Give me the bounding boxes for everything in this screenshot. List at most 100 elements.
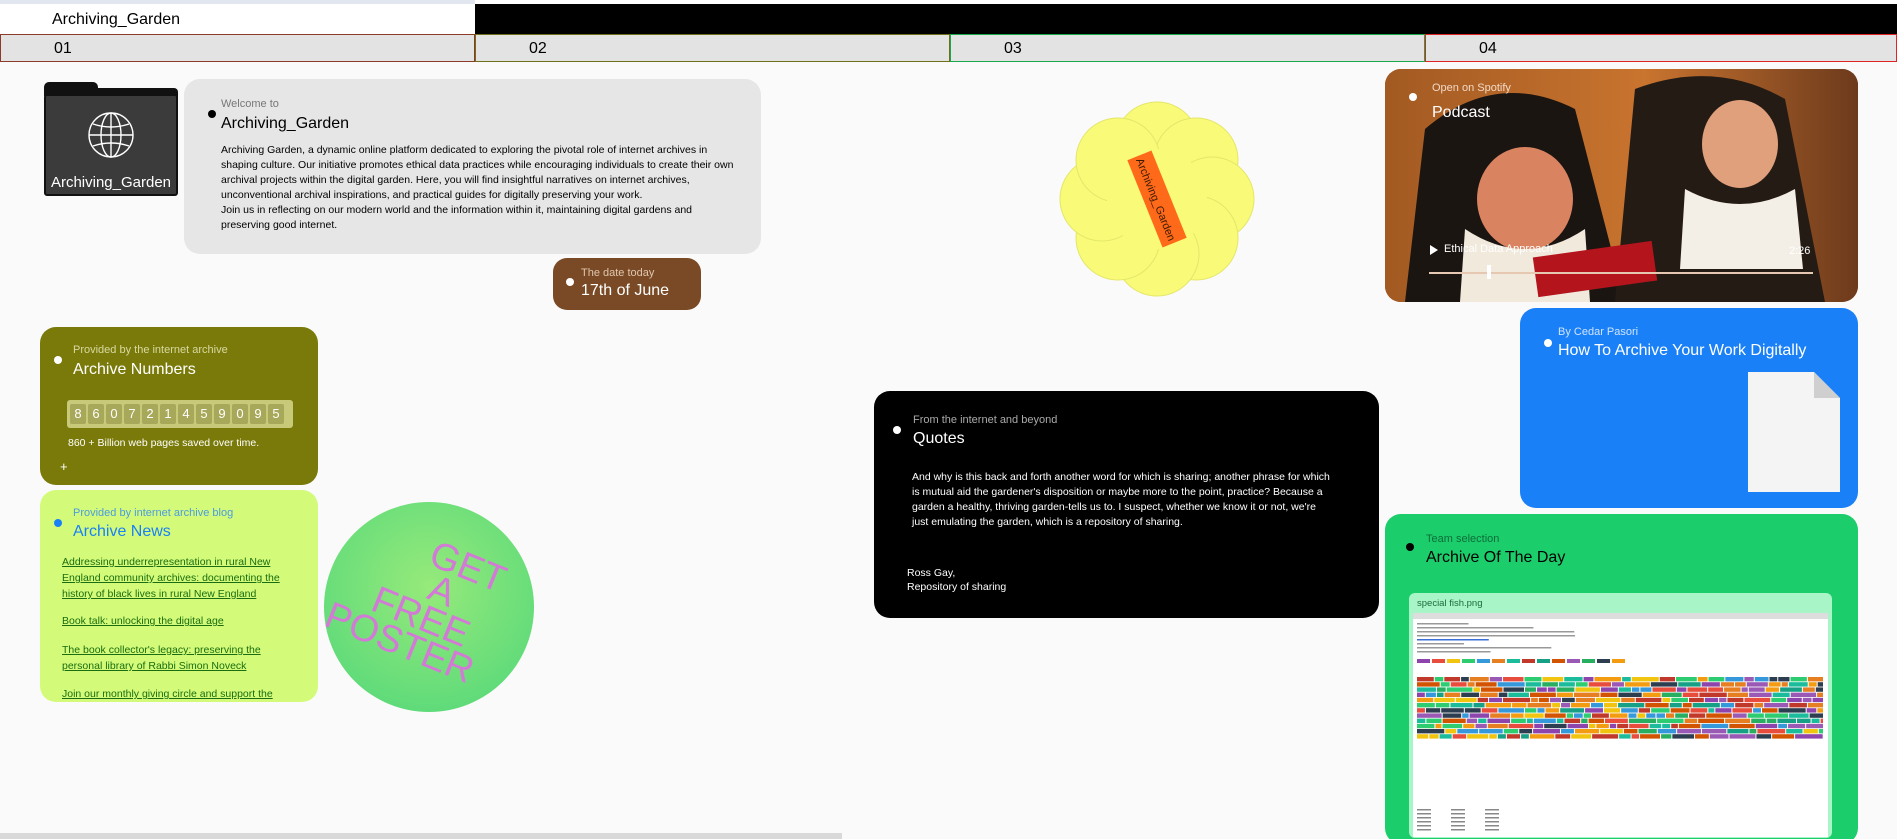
tag-chip [1765,687,1780,692]
date-subtitle: The date today [581,267,655,279]
column-03[interactable]: 03 [950,34,1425,62]
text-line [1451,809,1465,811]
tag-chip [1434,677,1444,682]
tag-chip [1732,708,1753,713]
text-line [1417,647,1552,649]
tag-chip [1575,687,1600,692]
tag-chip [1651,708,1670,713]
globe-icon [88,112,134,158]
tag-chip [1677,729,1701,734]
tag-chip [1772,734,1795,739]
news-link[interactable]: Join our monthly giving circle and suppo… [62,686,302,702]
tag-chip [1640,687,1652,692]
tag-chip [1473,703,1485,708]
tag-chip [1764,703,1789,708]
tag-chip [1479,729,1503,734]
welcome-paragraph-2: Join us in reflecting on our modern worl… [221,204,693,231]
column-01[interactable]: 01 [0,34,475,62]
tag-chip [1802,687,1815,692]
tag-chip [1490,713,1511,718]
progress-handle[interactable] [1486,265,1491,279]
tag-chip [1701,682,1720,687]
tag-chip [1727,729,1749,734]
tag-chip [1480,692,1498,697]
tag-chip [1561,703,1570,708]
tag-chip [1662,723,1671,729]
tag-chip [1812,697,1823,703]
tag-chip [1629,723,1649,729]
poster-text: GET A FREE POSTER [324,506,534,703]
text-line [1451,813,1465,815]
tag-chip [1749,692,1772,697]
tag-chip [1755,723,1778,729]
tag-chip [1574,729,1600,734]
tag-chip [1545,708,1560,713]
tag-chip [1467,734,1489,739]
bullet-dot [1409,93,1417,101]
tag-chip [1524,677,1542,682]
tag-chip [1560,708,1585,713]
tag-chip [1817,682,1823,687]
text-line [1417,825,1431,827]
tag-chip [1769,677,1778,682]
free-poster-button[interactable]: GET A FREE POSTER [324,502,534,712]
news-link[interactable]: Addressing underrepresentation in rural … [62,554,302,602]
tag-chip [1447,659,1460,663]
tag-chip [1426,718,1442,723]
tag-chip [1631,677,1659,682]
tag-chip [1747,713,1764,718]
archiving-garden-sticker[interactable]: Archiving_Garden [1052,94,1262,304]
tag-chip [1600,692,1618,697]
counter-digit: 6 [88,404,104,424]
tag-chip [1511,713,1524,718]
archive-screenshot[interactable]: special fish.png [1409,593,1832,838]
tag-chip [1646,713,1656,718]
column-04[interactable]: 04 [1425,34,1897,62]
tag-chip [1676,687,1687,692]
tag-chip [1480,687,1503,692]
tag-chip [1497,682,1525,687]
tag-chip [1708,687,1724,692]
tag-chip [1522,659,1535,663]
tag-chip [1503,729,1519,734]
podcast-card[interactable]: Open on Spotify Podcast Ethical Data App… [1385,69,1858,302]
text-line [1485,809,1499,811]
howto-card[interactable]: By Cedar Pasori How To Archive Your Work… [1520,308,1858,508]
tag-chip [1591,713,1609,718]
column-headers: 01 02 03 04 [0,34,1897,62]
counter-digit: 0 [232,404,248,424]
tag-chip [1461,677,1469,682]
tag-chip [1467,682,1475,687]
tag-chip [1671,697,1688,703]
expand-button[interactable]: + [60,459,68,474]
tag-chip [1462,659,1475,663]
tag-chip [1552,703,1561,708]
archiving-garden-folder[interactable]: Archiving_Garden [44,82,178,196]
news-link[interactable]: The book collector's legacy: preserving … [62,642,302,674]
tag-chip [1609,713,1628,718]
tag-chip [1417,734,1429,739]
column-02[interactable]: 02 [475,34,950,62]
tag-chip [1719,697,1727,703]
horizontal-scrollbar[interactable] [0,833,842,839]
tag-chip [1817,708,1823,713]
tag-chip [1778,677,1790,682]
tag-chip [1444,692,1461,697]
tag-chip [1749,729,1757,734]
tag-chip [1817,692,1823,697]
tag-chip [1434,697,1455,703]
tag-chip [1503,677,1524,682]
play-icon[interactable] [1429,244,1439,256]
tag-chip [1597,659,1610,663]
text-line [1417,643,1464,645]
tag-chip [1604,703,1618,708]
tag-chip [1590,703,1604,708]
howto-title: How To Archive Your Work Digitally [1558,342,1807,359]
tag-chip [1537,708,1545,713]
tag-chip [1417,723,1435,729]
track-duration: 2:26 [1789,245,1811,257]
news-link[interactable]: Book talk: unlocking the digital age [62,613,302,629]
tag-chip [1417,713,1442,718]
tag-chip [1697,677,1708,682]
tag-chip [1734,682,1746,687]
